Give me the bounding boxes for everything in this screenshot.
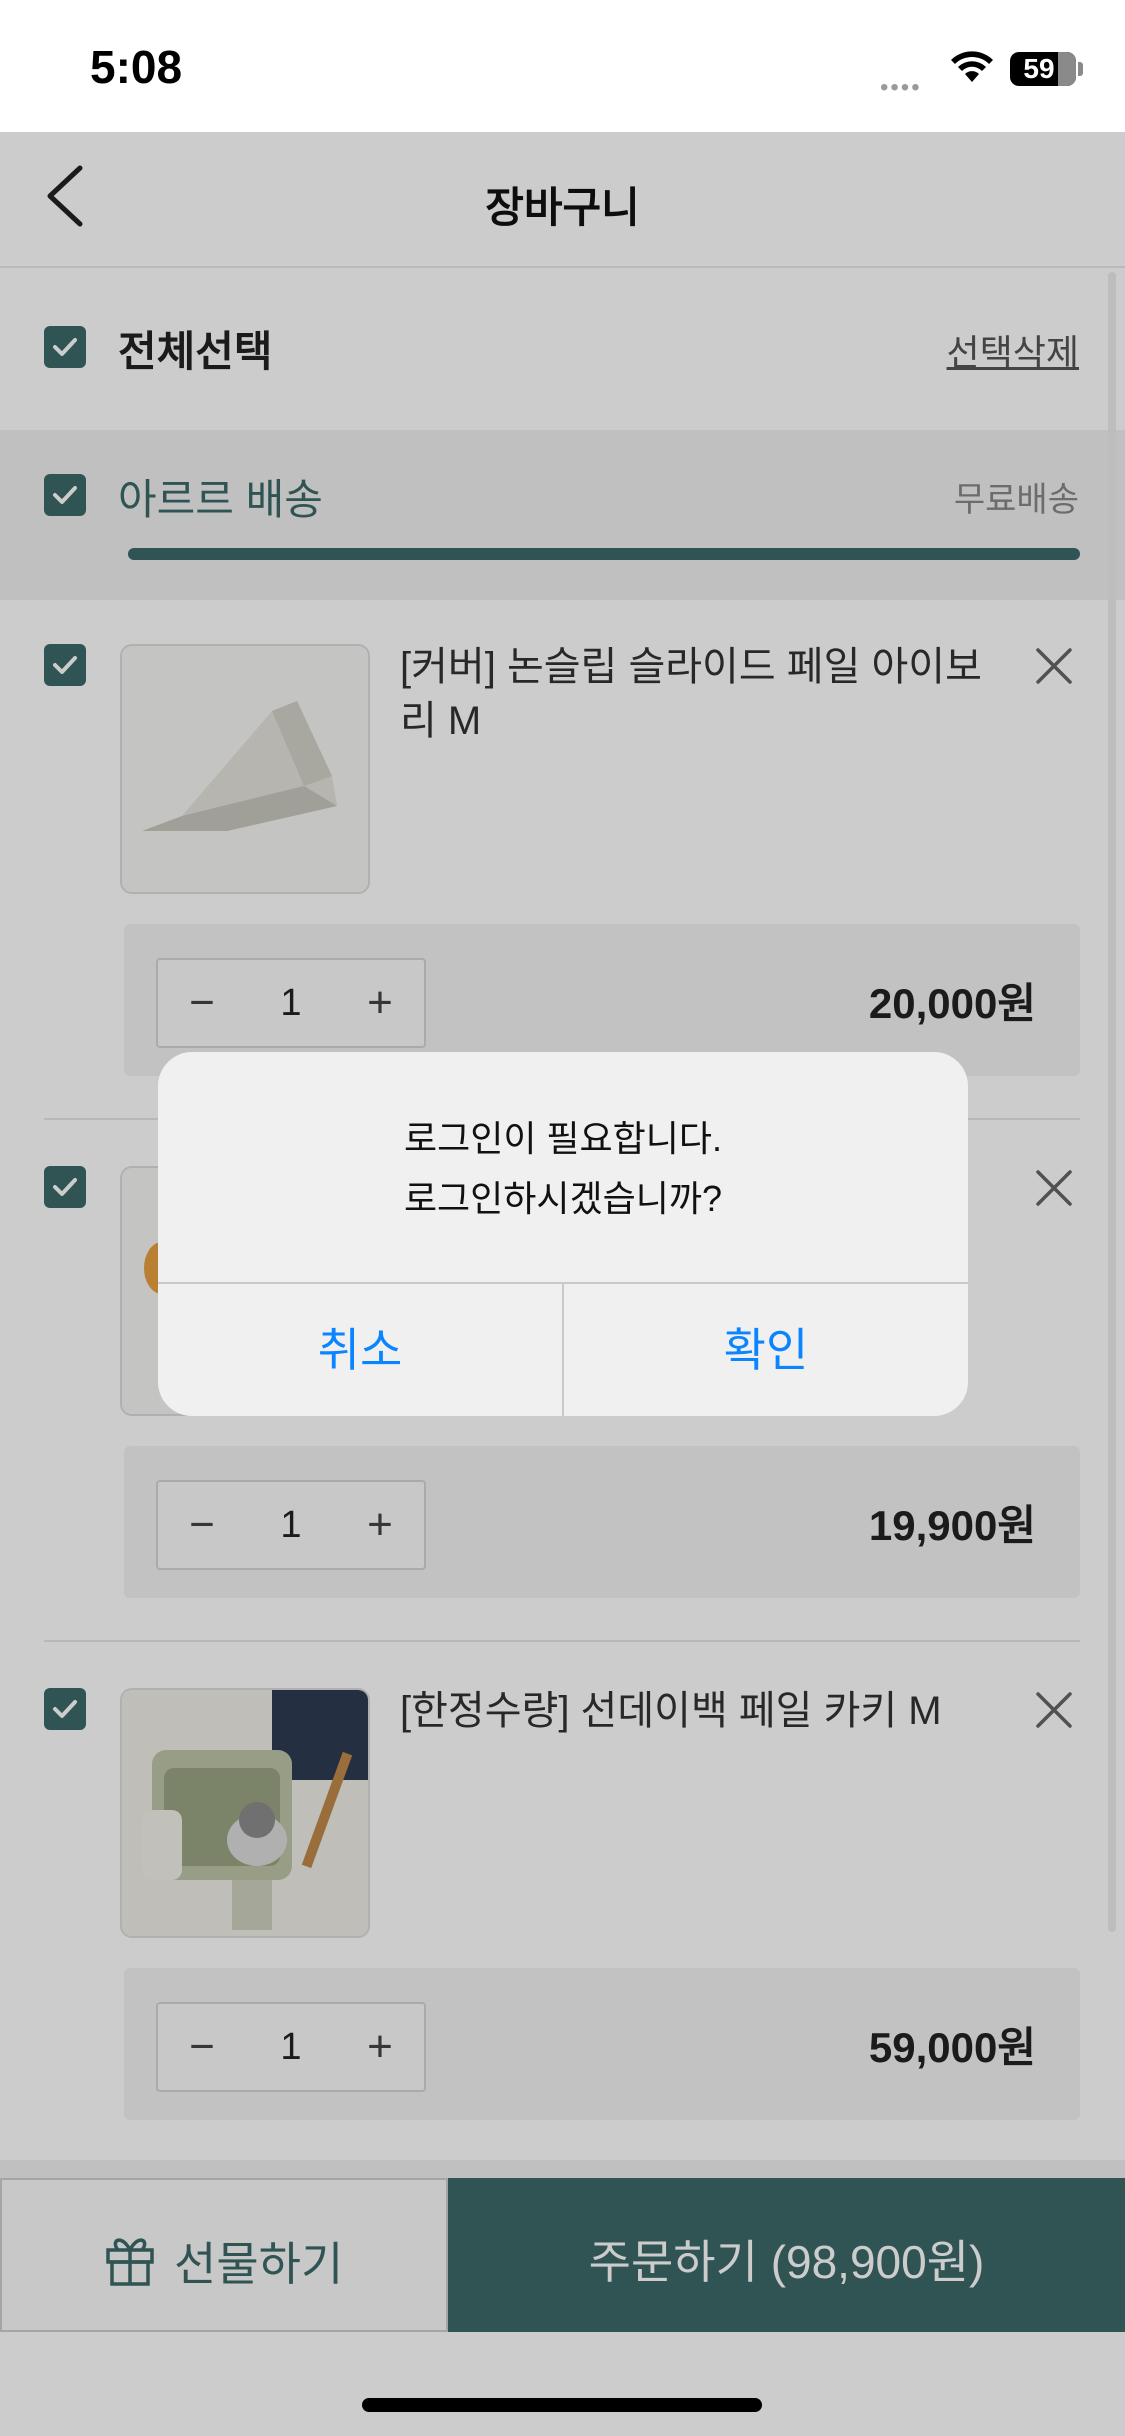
- status-bar: 5:08 •••• 59: [0, 0, 1125, 132]
- dialog-message-line2: 로그인하시겠습니까?: [403, 1178, 723, 1219]
- battery-level: 59: [1023, 53, 1055, 84]
- cellular-signal-icon: ••••: [880, 74, 922, 101]
- status-time: 5:08: [90, 41, 183, 93]
- home-indicator: [362, 2398, 762, 2412]
- dialog-message-line1: 로그인이 필요합니다.: [403, 1118, 723, 1159]
- scrollbar[interactable]: [1108, 272, 1116, 1932]
- wifi-icon: [950, 48, 994, 89]
- cancel-button[interactable]: 취소: [158, 1284, 562, 1416]
- battery-icon: 59: [1010, 52, 1076, 86]
- battery-nub: [1078, 62, 1083, 76]
- confirm-button[interactable]: 확인: [564, 1284, 968, 1416]
- login-alert-dialog: 로그인이 필요합니다. 로그인하시겠습니까? 취소 확인: [158, 1052, 968, 1416]
